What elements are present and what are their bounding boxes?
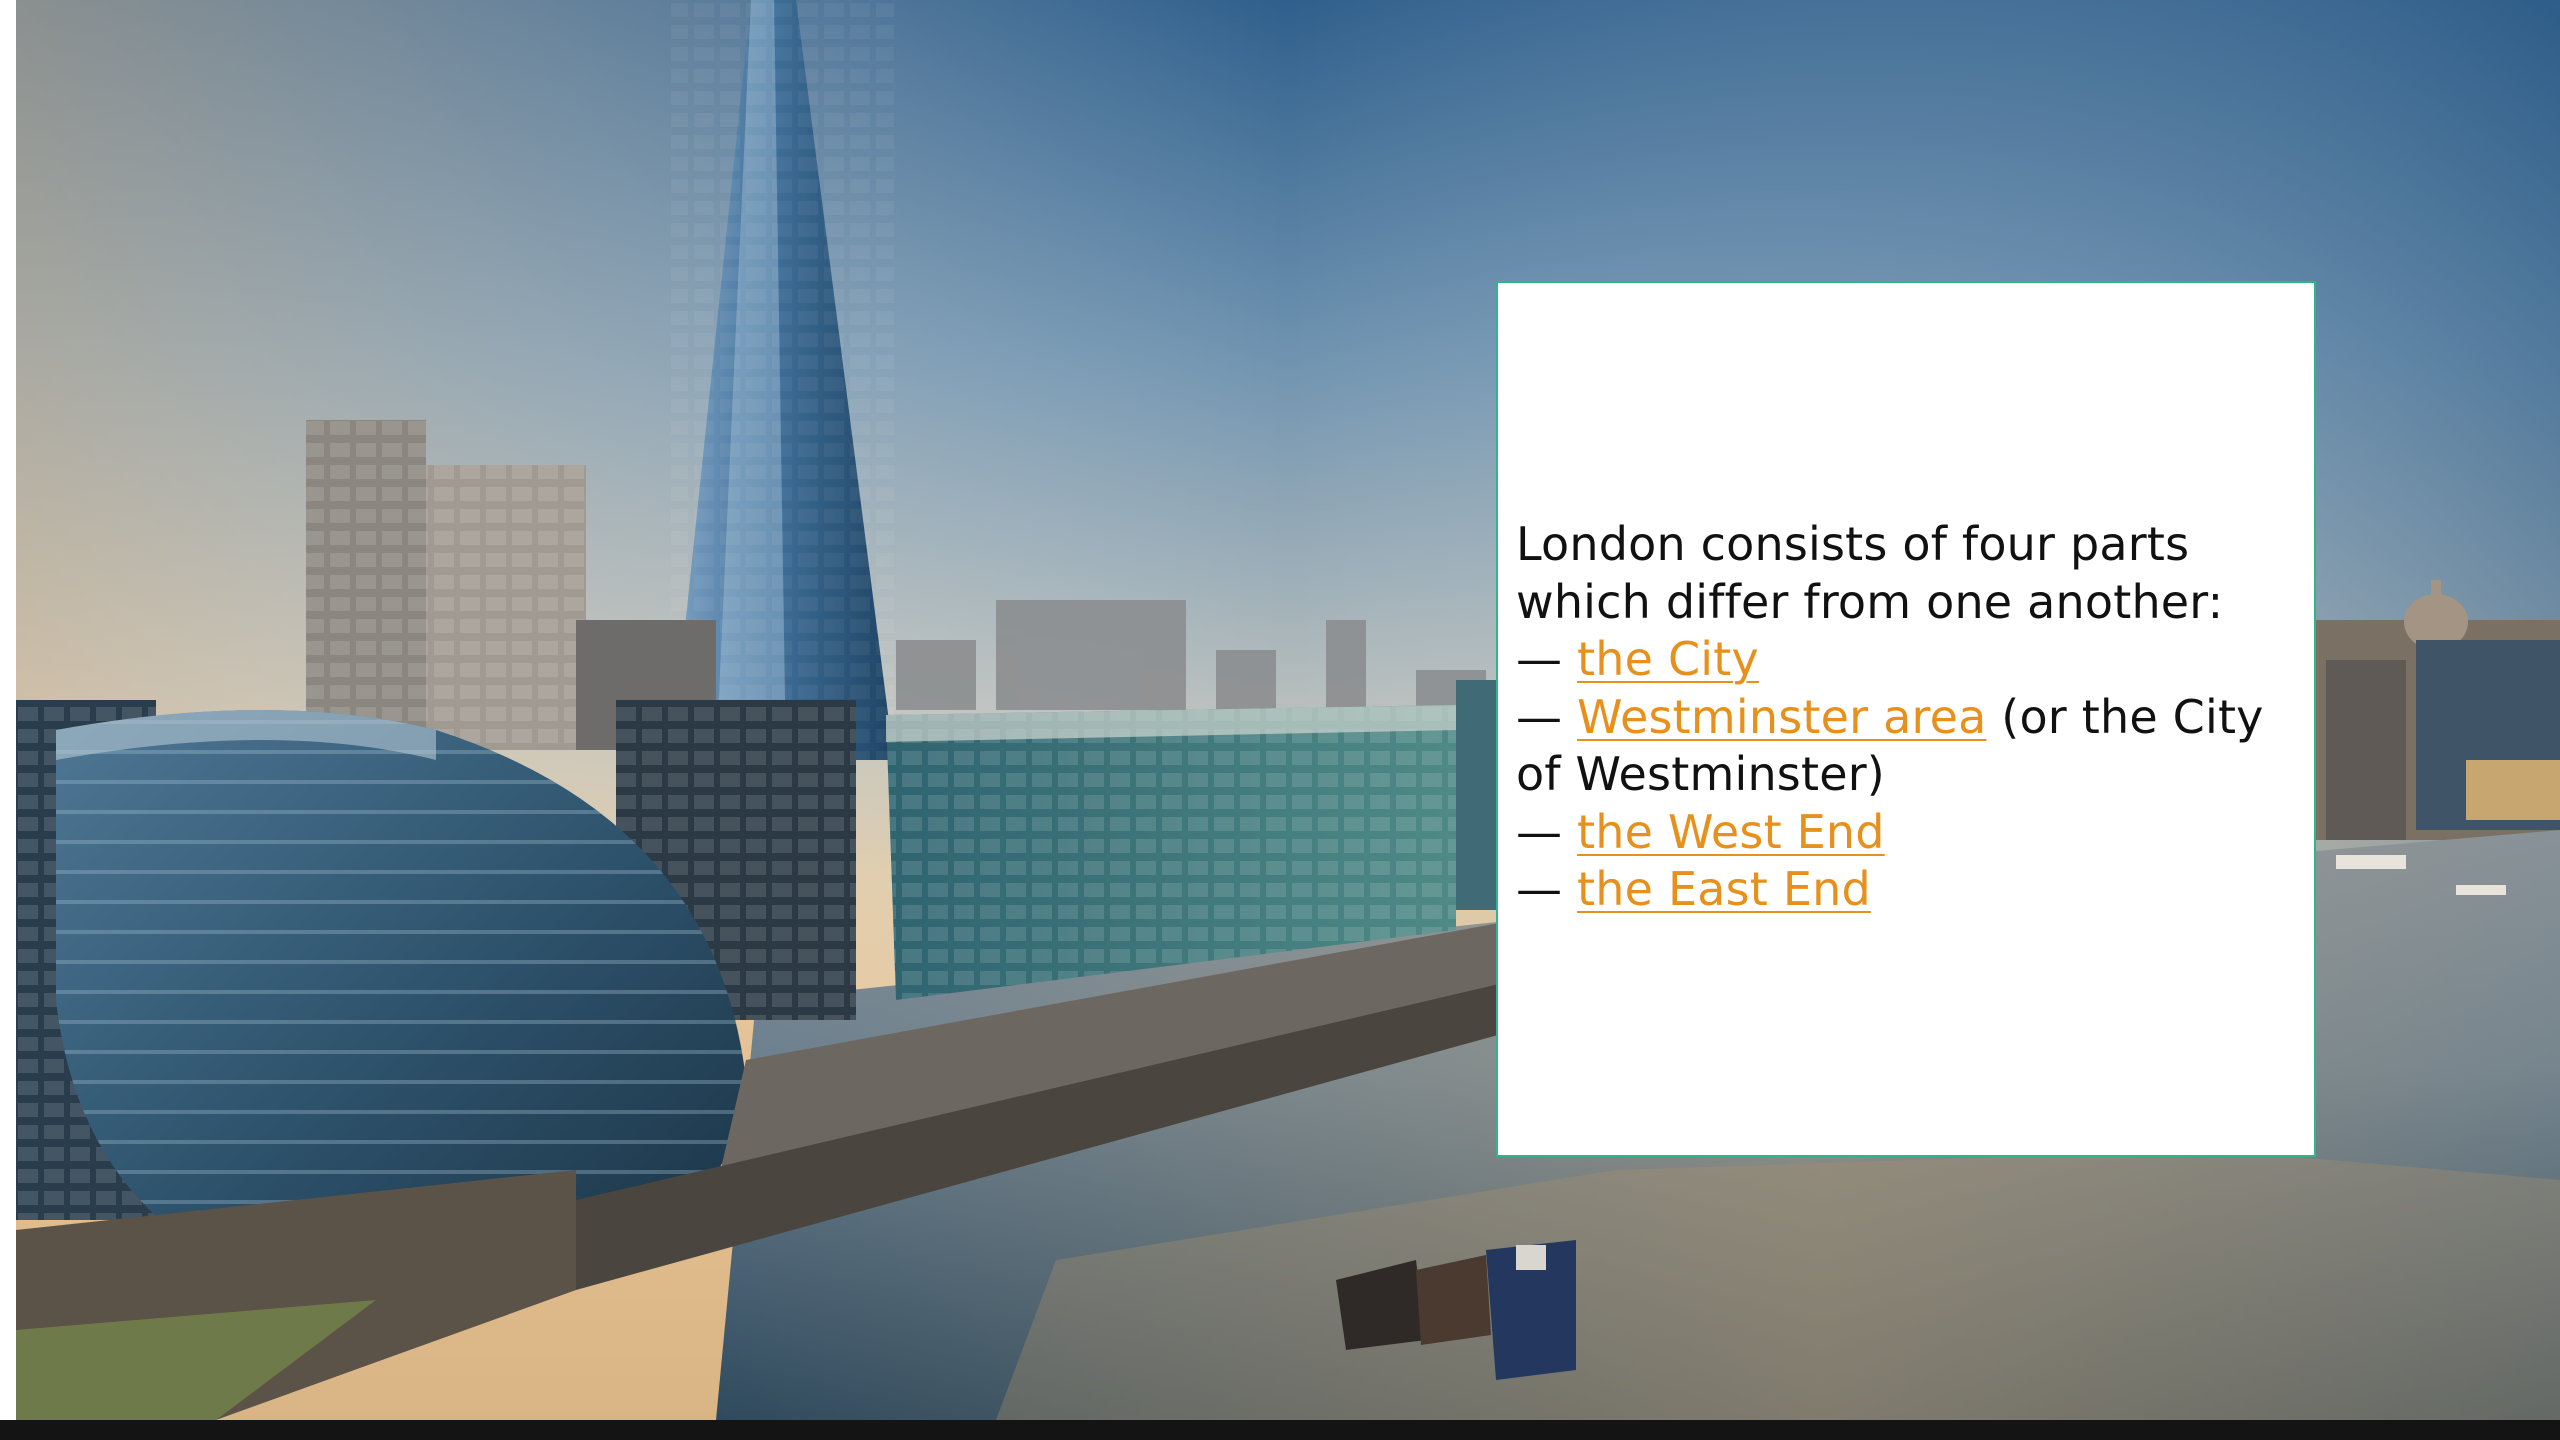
dash: —: [1516, 804, 1563, 859]
link-the-west-end[interactable]: the West End: [1577, 805, 1885, 859]
link-westminster-area[interactable]: Westminster area: [1577, 690, 1986, 744]
westminster-suffix: (or the City: [1986, 689, 2264, 744]
westminster-line-2: of Westminster): [1516, 747, 1885, 801]
list-item-west-end: — the West End: [1516, 804, 2296, 862]
intro-line-2: which differ from one another:: [1516, 574, 2224, 629]
text-box: London consists of four parts which diff…: [1496, 281, 2316, 1157]
link-the-east-end[interactable]: the East End: [1577, 862, 1871, 916]
list-item-westminster: — Westminster area (or the City: [1516, 689, 2296, 747]
dash: —: [1516, 862, 1563, 916]
list-item-east-end: — the East End: [1516, 861, 2296, 919]
text-content: London consists of four parts which diff…: [1516, 516, 2296, 919]
link-the-city[interactable]: the City: [1577, 632, 1759, 686]
bottom-strip: [0, 1420, 2560, 1440]
slide-left-margin: [0, 0, 16, 1440]
dash: —: [1516, 689, 1563, 744]
list-item-city: — the City: [1516, 631, 2296, 689]
dash: —: [1516, 632, 1563, 686]
slide: London consists of four parts which diff…: [0, 0, 2560, 1440]
intro-line-1: London consists of four parts: [1516, 517, 2190, 571]
